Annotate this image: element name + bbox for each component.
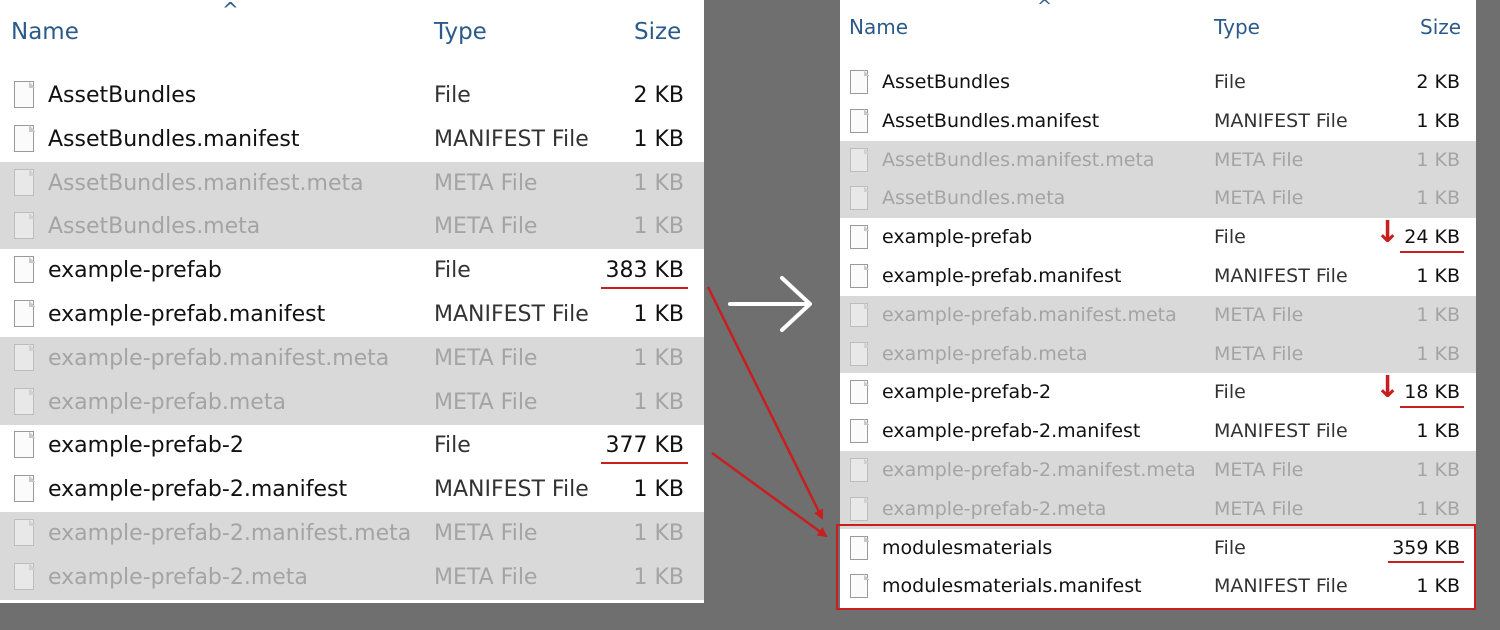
arrow-right-icon (728, 276, 812, 332)
annotation-overlay (706, 276, 828, 538)
red-pointer-arrow-1 (706, 286, 824, 520)
red-pointer-arrow-2 (711, 451, 828, 538)
